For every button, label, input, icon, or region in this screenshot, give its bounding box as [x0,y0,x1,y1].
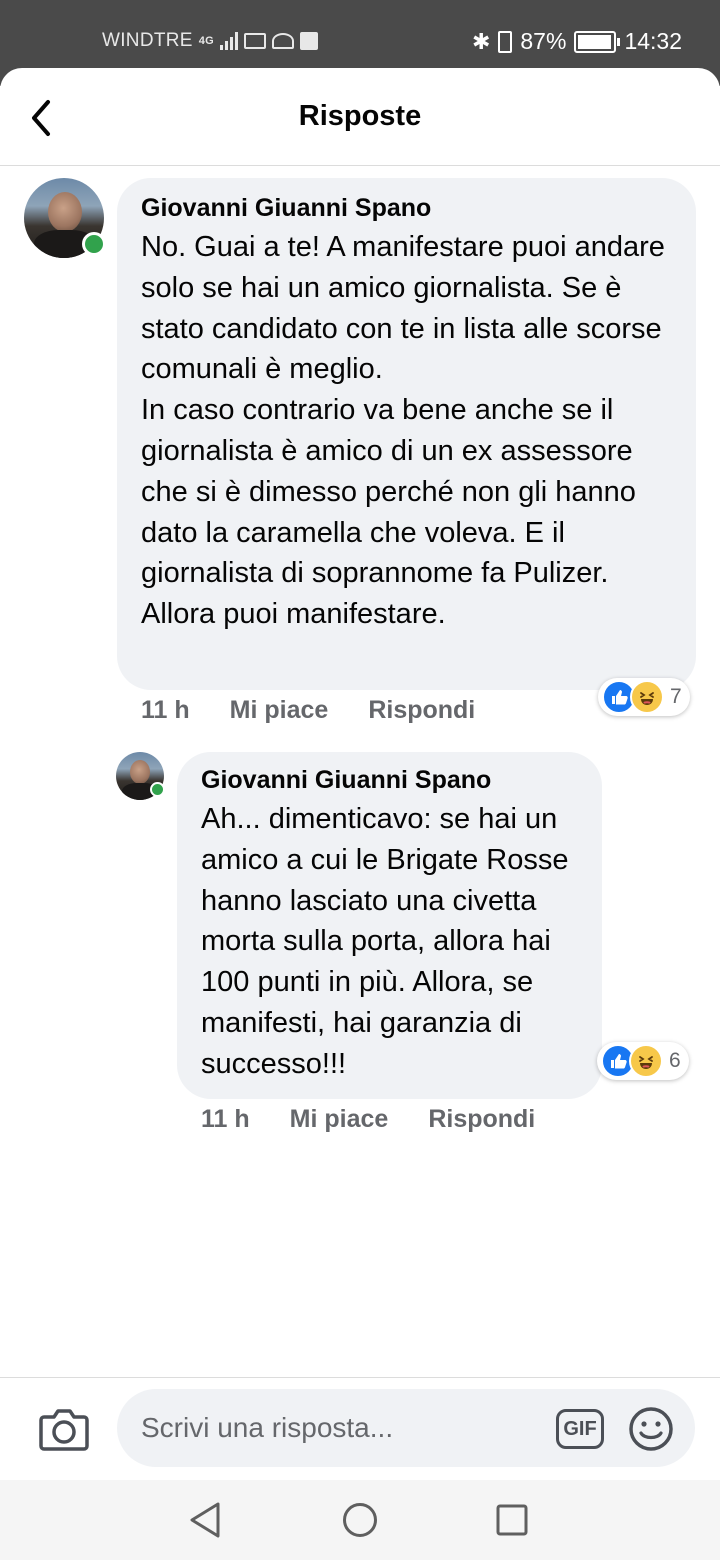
comment-time[interactable]: 11 h [201,1105,250,1134]
circle-home-icon [343,1503,377,1537]
comment-text: No. Guai a te! A manifestare puoi andare… [141,231,665,631]
reply-composer: GIF [0,1377,720,1481]
battery-percent: 87% [520,28,567,54]
vibrate-icon [498,30,513,53]
reactions-summary[interactable]: 6 [597,1042,689,1080]
gif-label: GIF [563,1417,597,1440]
emoji-button[interactable] [628,1406,674,1452]
status-left: WINDTRE 4G [102,30,319,52]
haha-icon [630,680,664,714]
smiley-icon [629,1407,673,1451]
comment-author[interactable]: Giovanni Giuanni Spano [141,194,672,223]
comment-actions: 11 h Mi piace Rispondi [141,696,475,725]
replies-sheet: Risposte Giovanni Giuanni Spano No. Guai… [0,68,720,1560]
network-type: 4G [198,35,215,47]
online-indicator [150,782,165,797]
system-nav-bar [0,1480,720,1560]
gif-button[interactable]: GIF [556,1409,604,1449]
notification-icon [272,33,295,49]
page-title: Risposte [298,100,422,132]
square-recents-icon [496,1504,528,1536]
signal-icon [220,32,239,50]
clock: 14:32 [624,28,682,54]
bluetooth-icon: ✱ [471,28,491,54]
like-button[interactable]: Mi piace [290,1105,389,1134]
haha-icon [629,1044,663,1078]
reply-button[interactable]: Rispondi [428,1105,535,1134]
header: Risposte [0,68,720,166]
nav-home-button[interactable] [342,1500,378,1545]
nav-back-button[interactable] [188,1500,224,1545]
nav-recents-button[interactable] [496,1504,528,1541]
battery-icon [574,30,621,53]
like-button[interactable]: Mi piace [230,696,329,725]
triangle-back-icon [190,1502,220,1538]
reactions-summary[interactable]: 7 [598,678,690,716]
reply-button[interactable]: Rispondi [368,696,475,725]
facebook-icon [300,32,319,50]
camera-icon [39,1409,89,1451]
comment-bubble[interactable]: Giovanni Giuanni Spano No. Guai a te! A … [117,178,696,690]
camera-button[interactable] [38,1405,90,1453]
reaction-count: 6 [669,1049,681,1072]
mail-icon [244,33,267,49]
comment-text: Ah... dimenticavo: se hai un amico a cui… [201,803,569,1080]
comment-actions: 11 h Mi piace Rispondi [201,1105,535,1134]
status-right: ✱ 87% 14:32 [472,28,682,55]
comment-time[interactable]: 11 h [141,696,190,725]
online-indicator [82,232,106,256]
carrier-name: WINDTRE [102,30,193,51]
reaction-count: 7 [670,685,682,708]
comment-bubble[interactable]: Giovanni Giuanni Spano Ah... dimenticavo… [177,752,602,1099]
reply-input[interactable] [117,1389,695,1467]
comment-author[interactable]: Giovanni Giuanni Spano [201,766,578,795]
